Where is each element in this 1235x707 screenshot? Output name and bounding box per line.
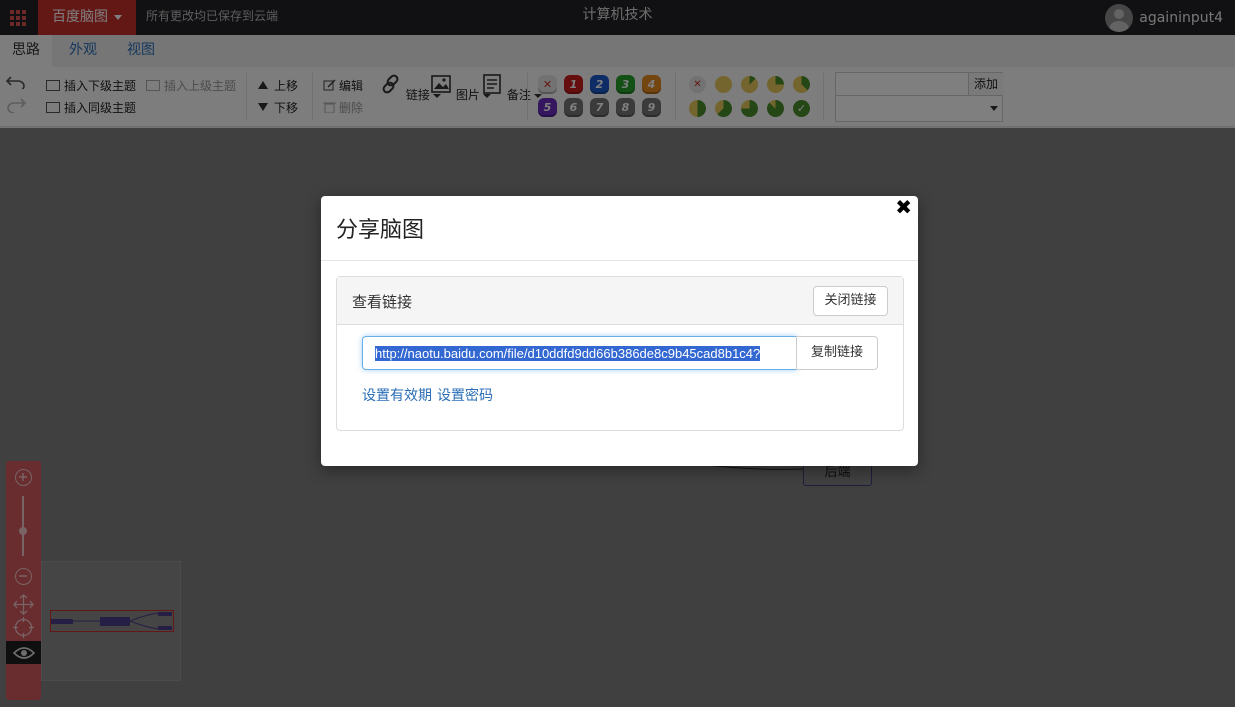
- view-link-panel: 查看链接 关闭链接 复制链接 设置有效期设置密码: [336, 276, 904, 431]
- link-options: 设置有效期 设置密码: [362, 385, 498, 405]
- panel-title: 查看链接: [352, 293, 413, 311]
- share-dialog: ✖ 分享脑图 查看链接 关闭链接 复制链接 设置有效期设置密码: [321, 196, 918, 466]
- dialog-title: 分享脑图: [336, 218, 425, 243]
- panel-heading: 查看链接 关闭链接: [337, 277, 903, 325]
- share-url-input[interactable]: [362, 336, 797, 370]
- close-icon[interactable]: ✖: [895, 196, 912, 218]
- set-password-link[interactable]: 设置密码: [437, 388, 493, 404]
- copy-link-button[interactable]: 复制链接: [796, 336, 878, 370]
- close-link-button[interactable]: 关闭链接: [813, 286, 888, 316]
- set-expiry-link[interactable]: 设置有效期: [362, 388, 432, 404]
- dialog-divider: [321, 260, 918, 261]
